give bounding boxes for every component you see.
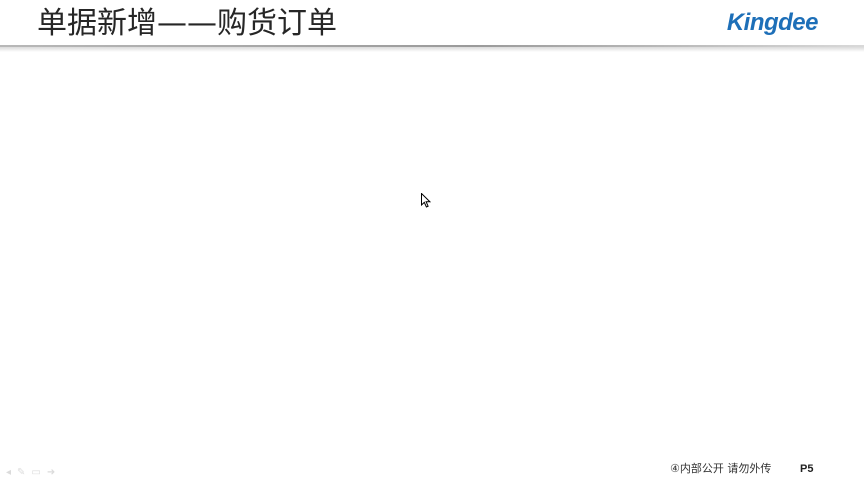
slideshow-nav-controls[interactable]: ◂ ✎ ▭ ➜ [6,468,55,478]
slide-title: 单据新增——购货订单 [37,6,337,41]
confidentiality-note: ④内部公开 请勿外传 [670,462,772,475]
kingdee-logo: Kingdee [726,9,819,36]
next-slide-icon[interactable]: ➜ [47,468,55,478]
pen-tool-icon[interactable]: ✎ [17,468,25,478]
previous-slide-icon[interactable]: ◂ [6,468,11,478]
page-number: P5 [800,463,814,475]
presentation-slide: 单据新增——购货订单 Kingdee ◂ ✎ ▭ ➜ ④内部公开 请勿外传 P5 [0,0,864,486]
header-divider-shadow [0,47,864,52]
mouse-pointer-icon [421,193,431,208]
slide-header: 单据新增——购货订单 Kingdee [0,0,864,50]
slide-menu-icon[interactable]: ▭ [31,468,40,478]
